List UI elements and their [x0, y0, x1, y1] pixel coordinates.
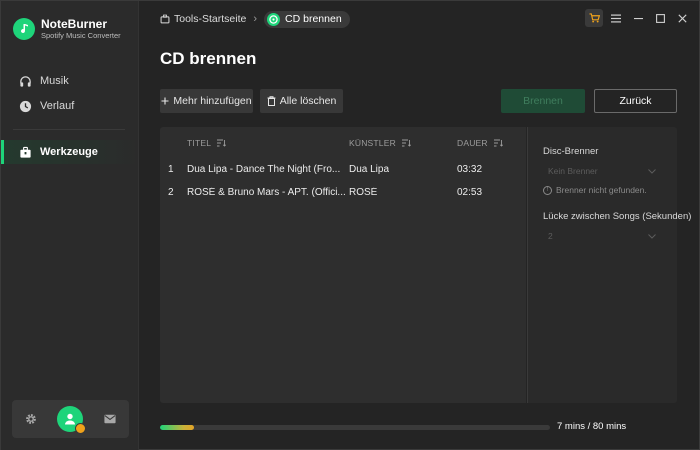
row-title: ROSÉ & Bruno Mars - APT. (Offici... — [187, 187, 345, 198]
row-artist: Dua Lipa — [349, 164, 390, 175]
sidebar-bottom-bar — [12, 400, 129, 438]
app-logo: NoteBurner Spotify Music Converter — [13, 17, 121, 41]
add-more-button[interactable]: Mehr hinzufügen — [160, 89, 253, 113]
clear-all-button[interactable]: Alle löschen — [260, 89, 343, 113]
user-avatar-icon[interactable] — [57, 406, 87, 434]
breadcrumb-current-label: CD brennen — [285, 13, 342, 25]
toolbox-icon — [18, 145, 32, 159]
app-subtitle: Spotify Music Converter — [41, 31, 121, 40]
app-window: NoteBurner Spotify Music Converter Musik… — [0, 0, 700, 450]
maximize-icon[interactable] — [651, 9, 669, 27]
disc-capacity-fill — [160, 425, 195, 430]
breadcrumb: Tools-Startseite › CD brennen — [160, 10, 350, 28]
close-icon[interactable] — [673, 9, 691, 27]
clock-icon — [18, 99, 32, 113]
breadcrumb-parent-label: Tools-Startseite — [174, 13, 247, 25]
burner-warning: ! Brenner nicht gefunden. — [543, 185, 647, 195]
music-note-icon — [13, 18, 35, 40]
gap-value: 2 — [548, 231, 553, 241]
column-header-title[interactable]: TITEL — [187, 138, 227, 148]
sort-icon — [493, 139, 503, 147]
breadcrumb-current: CD brennen — [264, 10, 350, 28]
chevron-down-icon — [648, 231, 656, 241]
sidebar-divider — [13, 129, 125, 130]
sidebar-item-musik[interactable]: Musik — [1, 69, 138, 93]
mail-icon[interactable] — [98, 407, 122, 431]
plus-icon — [161, 97, 169, 105]
chevron-right-icon: › — [253, 13, 258, 25]
minimize-icon[interactable] — [629, 9, 647, 27]
breadcrumb-tools-home[interactable]: Tools-Startseite — [160, 13, 246, 25]
menu-icon[interactable] — [607, 9, 625, 27]
disc-burner-label: Disc-Brenner — [543, 146, 599, 157]
trash-icon — [267, 96, 276, 106]
disc-burner-select[interactable]: Kein Brenner — [543, 162, 661, 180]
track-table: TITEL KÜNSTLER DAUER 1 Dua Lipa - Dance … — [160, 127, 526, 403]
row-title: Dua Lipa - Dance The Night (Fro... — [187, 164, 341, 175]
app-name: NoteBurner — [41, 17, 108, 31]
gap-select[interactable]: 2 — [543, 227, 661, 245]
toolbox-icon — [160, 14, 170, 24]
headphones-icon — [18, 74, 32, 88]
window-controls — [585, 9, 691, 27]
row-index: 2 — [168, 187, 174, 198]
table-row[interactable]: 1 Dua Lipa - Dance The Night (Fro... Dua… — [160, 159, 526, 181]
row-index: 1 — [168, 164, 174, 175]
disc-capacity-bar — [160, 425, 550, 430]
row-artist: ROSÉ — [349, 187, 378, 198]
premium-badge-icon — [75, 423, 87, 434]
back-button[interactable]: Zurück — [594, 89, 677, 113]
column-header-duration[interactable]: DAUER — [457, 138, 503, 148]
chevron-down-icon — [648, 166, 656, 176]
row-duration: 02:53 — [457, 187, 483, 198]
column-header-artist[interactable]: KÜNSTLER — [349, 138, 411, 148]
sidebar-item-label: Werkzeuge — [40, 146, 98, 158]
gap-label: Lücke zwischen Songs (Sekunden) — [543, 211, 692, 222]
sidebar-item-verlauf[interactable]: Verlauf — [1, 94, 138, 118]
clear-all-label: Alle löschen — [279, 95, 337, 107]
row-duration: 03:32 — [457, 164, 483, 175]
disc-capacity-text: 7 mins / 80 mins — [557, 421, 627, 432]
sort-icon — [217, 139, 227, 147]
page-title: CD brennen — [160, 49, 257, 68]
burner-warning-text: Brenner nicht gefunden. — [556, 185, 647, 195]
burn-button[interactable]: Brennen — [501, 89, 585, 113]
gear-icon[interactable] — [19, 407, 43, 431]
burner-settings-panel: Disc-Brenner Kein Brenner ! Brenner nich… — [527, 127, 691, 403]
disc-burner-value: Kein Brenner — [548, 166, 598, 176]
sidebar-item-werkzeuge[interactable]: Werkzeuge — [1, 140, 138, 164]
cd-icon — [267, 12, 281, 26]
cart-icon[interactable] — [585, 9, 603, 27]
sidebar-item-label: Verlauf — [40, 100, 75, 112]
table-row[interactable]: 2 ROSÉ & Bruno Mars - APT. (Offici... RO… — [160, 182, 526, 204]
add-more-label: Mehr hinzufügen — [173, 95, 252, 107]
info-icon: ! — [543, 185, 552, 195]
sidebar-item-label: Musik — [40, 75, 69, 87]
sort-icon — [401, 139, 411, 147]
sidebar: NoteBurner Spotify Music Converter Musik… — [1, 1, 139, 450]
